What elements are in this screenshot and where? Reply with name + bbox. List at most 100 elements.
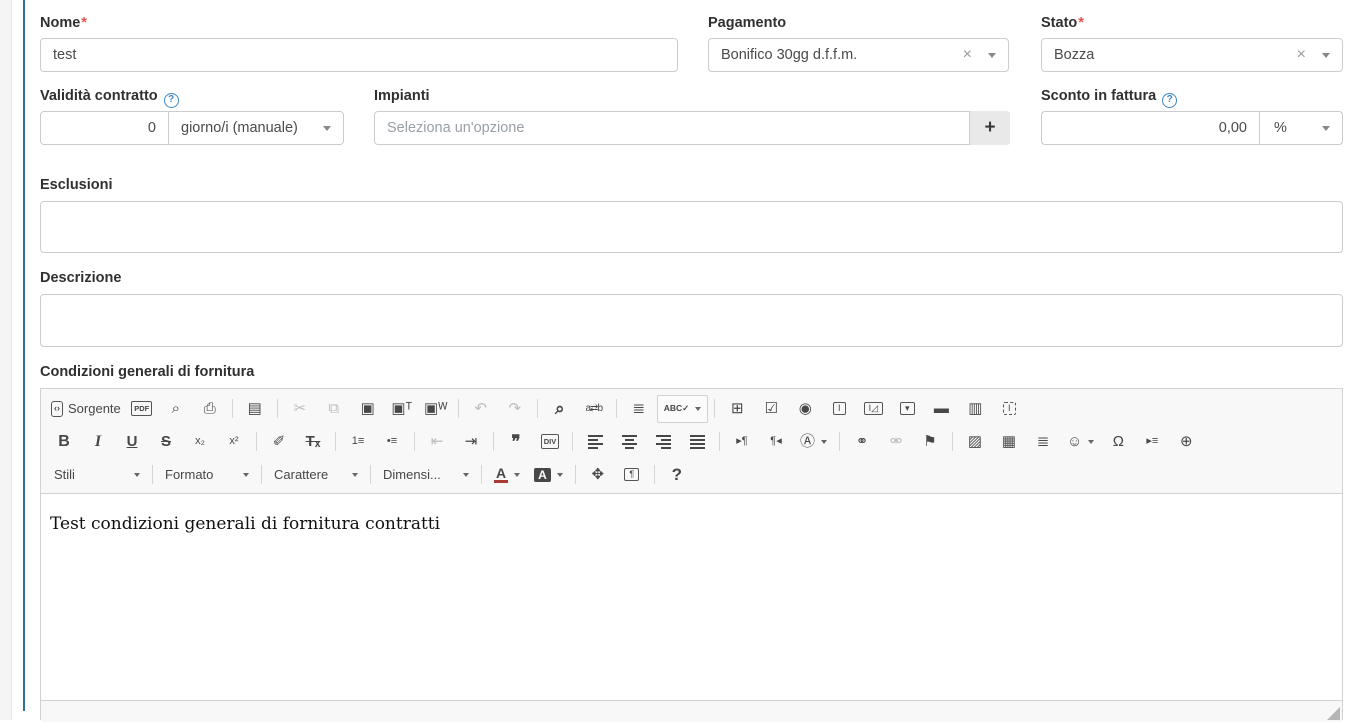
- select-field-button[interactable]: ▾: [891, 396, 923, 422]
- spellcheck-combo[interactable]: ABC✓: [657, 395, 709, 423]
- validita-unit-chevron-down-icon[interactable]: [323, 126, 331, 131]
- print-button[interactable]: ⎙: [194, 396, 226, 422]
- nome-input[interactable]: [40, 38, 678, 72]
- paste-text-button[interactable]: ▣ᵀ: [386, 396, 418, 422]
- templates-button[interactable]: ▤: [239, 396, 271, 422]
- special-char-button[interactable]: Ω: [1102, 429, 1134, 455]
- font-size-combo[interactable]: Dimensi...: [377, 462, 475, 488]
- bg-color-combo[interactable]: A: [528, 462, 569, 488]
- source-button[interactable]: ‹›Sorgente: [48, 396, 124, 422]
- horizontal-rule-button[interactable]: ≣: [1027, 429, 1059, 455]
- align-right-button[interactable]: [647, 429, 679, 455]
- superscript-button[interactable]: x²: [218, 429, 250, 455]
- italic-button[interactable]: I: [82, 429, 114, 455]
- select-field-icon: ▾: [900, 402, 915, 415]
- impianti-select[interactable]: Seleziona un'opzione: [374, 111, 970, 145]
- image-button[interactable]: ▨: [959, 429, 991, 455]
- unlink-icon: ⚮: [890, 434, 903, 449]
- image-button-button[interactable]: ▥: [959, 396, 991, 422]
- stato-chevron-down-icon[interactable]: [1322, 53, 1330, 58]
- toolbar-separator: [654, 465, 655, 484]
- toolbar-separator: [335, 432, 336, 451]
- bg-color-combo-chevron-down-icon: [557, 473, 563, 477]
- text-field-button[interactable]: I: [823, 396, 855, 422]
- validita-unit-select[interactable]: giorno/i (manuale): [168, 111, 344, 145]
- sconto-label: Sconto in fattura?: [1041, 88, 1177, 108]
- templates-icon: ▤: [248, 401, 262, 416]
- impianti-add-button[interactable]: +: [970, 111, 1010, 145]
- pagamento-select[interactable]: Bonifico 30gg d.f.f.m. ×: [708, 38, 1009, 72]
- smiley-combo[interactable]: ☺: [1061, 429, 1100, 455]
- sconto-value-input[interactable]: 0,00: [1042, 112, 1259, 144]
- link-button[interactable]: ⚭: [846, 429, 878, 455]
- editor-resize-handle-icon[interactable]: [1327, 707, 1340, 720]
- find-button[interactable]: ⌕: [544, 396, 576, 422]
- page-break-button[interactable]: ▸≡: [1136, 429, 1168, 455]
- stato-clear-icon[interactable]: ×: [1297, 47, 1306, 63]
- sconto-unit-select[interactable]: %: [1260, 112, 1342, 144]
- copy-formatting-button[interactable]: ✐: [263, 429, 295, 455]
- paste-word-button[interactable]: ▣ᵂ: [420, 396, 452, 422]
- font-combo[interactable]: Carattere: [268, 462, 364, 488]
- format-combo[interactable]: Formato: [159, 462, 255, 488]
- paste-button[interactable]: ▣: [352, 396, 384, 422]
- textarea-button[interactable]: I◿: [857, 396, 889, 422]
- sconto-unit-chevron-down-icon[interactable]: [1322, 126, 1330, 131]
- pagamento-clear-icon[interactable]: ×: [963, 47, 972, 63]
- radio-button[interactable]: ◉: [789, 396, 821, 422]
- anchor-button[interactable]: ⚑: [914, 429, 946, 455]
- validita-value-input[interactable]: 0: [40, 111, 169, 145]
- button-field-button[interactable]: ▬: [925, 396, 957, 422]
- styles-combo[interactable]: Stili: [48, 462, 146, 488]
- form-button[interactable]: ⊞: [721, 396, 753, 422]
- underline-button[interactable]: U: [116, 429, 148, 455]
- preview-button[interactable]: ⌕: [160, 396, 192, 422]
- toolbar-separator: [839, 432, 840, 451]
- blockquote-button[interactable]: ❞: [500, 429, 532, 455]
- replace-button[interactable]: a⇄b: [578, 396, 610, 422]
- toolbar-separator: [232, 399, 233, 418]
- maximize-button[interactable]: ✥: [582, 462, 614, 488]
- select-all-icon: ≣: [632, 401, 645, 416]
- pagamento-chevron-down-icon[interactable]: [988, 53, 996, 58]
- descrizione-textarea[interactable]: [40, 294, 1343, 347]
- hidden-field-button[interactable]: I: [993, 396, 1025, 422]
- select-all-button[interactable]: ≣: [623, 396, 655, 422]
- bulleted-list-button[interactable]: •≡: [376, 429, 408, 455]
- strikethrough-button[interactable]: S: [150, 429, 182, 455]
- table-button[interactable]: ▦: [993, 429, 1025, 455]
- align-center-icon: [622, 435, 637, 449]
- toolbar-row: Stili Formato Carattere Dimensi... AA ✥¶?: [47, 458, 1336, 491]
- toolbar-separator: [458, 399, 459, 418]
- language-combo-chevron-down-icon: [821, 440, 827, 444]
- esclusioni-textarea[interactable]: [40, 201, 1343, 253]
- numbered-list-icon: 1≡: [352, 436, 365, 447]
- increase-indent-button[interactable]: ⇥: [455, 429, 487, 455]
- checkbox-button[interactable]: ☑: [755, 396, 787, 422]
- bidi-ltr-button[interactable]: ▸¶: [726, 429, 758, 455]
- export-pdf-icon: PDF: [131, 401, 152, 416]
- validita-unit-value: giorno/i (manuale): [169, 120, 323, 136]
- editor-content-area[interactable]: Test condizioni generali di fornitura co…: [41, 494, 1342, 700]
- redo-button: ↷: [499, 396, 531, 422]
- align-justify-button[interactable]: [681, 429, 713, 455]
- text-color-combo[interactable]: A: [488, 462, 526, 488]
- show-blocks-button[interactable]: ¶: [616, 462, 648, 488]
- bold-button[interactable]: B: [48, 429, 80, 455]
- numbered-list-button[interactable]: 1≡: [342, 429, 374, 455]
- sconto-help-icon[interactable]: ?: [1162, 93, 1177, 108]
- bidi-rtl-button[interactable]: ¶◂: [760, 429, 792, 455]
- iframe-button[interactable]: ⊕: [1170, 429, 1202, 455]
- validita-help-icon[interactable]: ?: [164, 93, 179, 108]
- about-button[interactable]: ?: [661, 462, 693, 488]
- align-left-button[interactable]: [579, 429, 611, 455]
- subscript-button[interactable]: x₂: [184, 429, 216, 455]
- language-combo[interactable]: Ⓐ: [794, 429, 833, 455]
- export-pdf-button[interactable]: PDF: [126, 396, 158, 422]
- remove-format-button[interactable]: Tₓ: [297, 429, 329, 455]
- align-center-button[interactable]: [613, 429, 645, 455]
- create-div-button[interactable]: DIV: [534, 429, 566, 455]
- stato-label: Stato*: [1041, 15, 1084, 31]
- unlink-button: ⚮: [880, 429, 912, 455]
- stato-select[interactable]: Bozza ×: [1041, 38, 1343, 72]
